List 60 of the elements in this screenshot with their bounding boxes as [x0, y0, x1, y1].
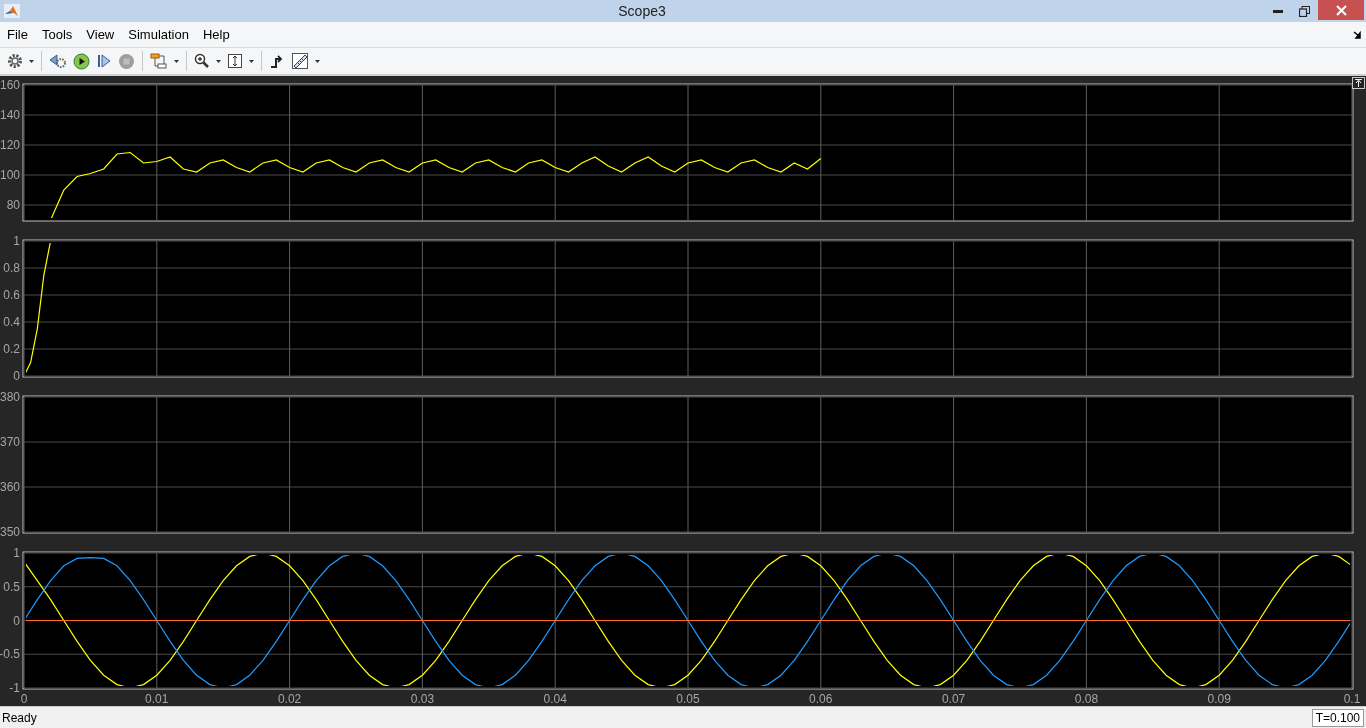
tick-label: 0.09: [1207, 692, 1231, 706]
caret-icon[interactable]: [216, 59, 221, 63]
tick-label: 120: [0, 138, 20, 152]
ruler-icon[interactable]: [291, 52, 309, 70]
tick-label: 0.01: [145, 692, 169, 706]
tick-label: 0: [20, 692, 28, 706]
tick-label: 0.2: [3, 342, 20, 356]
caret-icon[interactable]: [249, 59, 254, 63]
tick-label: 0.6: [3, 288, 20, 302]
minimize-icon[interactable]: [1272, 9, 1283, 13]
tick-label: 0.07: [941, 692, 966, 706]
undock-icon[interactable]: [1352, 77, 1365, 89]
tick-label: -1: [9, 681, 20, 695]
zoom-icon[interactable]: [194, 53, 210, 69]
tick-label: 100: [0, 168, 20, 182]
signal-blocks-icon[interactable]: [150, 53, 168, 69]
menu-item[interactable]: File: [0, 27, 35, 42]
tick-label: 1: [13, 546, 20, 560]
scale-axes-icon[interactable]: [227, 53, 243, 69]
tick-label: 0.5: [3, 579, 20, 594]
restore-icon[interactable]: [1299, 5, 1310, 17]
tick-label: 0.04: [543, 692, 567, 706]
step-back-icon[interactable]: [49, 53, 67, 69]
caret-icon[interactable]: [174, 59, 179, 63]
tick-label: 160: [0, 78, 20, 92]
tick-label: 0.02: [277, 692, 302, 706]
tick-label: 1: [13, 234, 20, 248]
caret-icon[interactable]: [315, 59, 320, 63]
dock-arrow-icon[interactable]: [1353, 30, 1362, 39]
step-forward-icon[interactable]: [96, 53, 112, 69]
tick-label: 0: [13, 613, 20, 628]
close-button[interactable]: [1318, 0, 1364, 20]
menu-item[interactable]: View: [79, 27, 122, 42]
menu-item[interactable]: Help: [195, 27, 237, 42]
tick-label: 80: [6, 198, 20, 212]
trigger-icon[interactable]: [269, 53, 285, 69]
time-readout: T=0.100: [1311, 708, 1364, 727]
tick-label: 370: [0, 435, 20, 449]
tick-label: -0.5: [0, 647, 20, 662]
tick-label: 0.05: [676, 692, 700, 706]
tick-label: 0.4: [3, 315, 20, 329]
app-icon: [4, 4, 20, 18]
tick-label: 0.8: [3, 261, 20, 275]
tick-label: 380: [0, 390, 20, 404]
tick-label: 360: [0, 480, 20, 494]
settings-icon[interactable]: [7, 53, 23, 69]
menu-item[interactable]: Simulation: [121, 27, 196, 42]
tick-label: 140: [0, 108, 20, 122]
status-text: Ready: [1, 710, 37, 725]
close-icon[interactable]: [1335, 4, 1347, 16]
tick-label: 0.06: [809, 692, 833, 706]
tick-label: 0.03: [410, 692, 435, 706]
run-icon[interactable]: [73, 52, 90, 70]
window-title: Scope3: [618, 3, 666, 19]
tick-label: 0.1: [1343, 692, 1361, 706]
caret-icon[interactable]: [29, 59, 34, 63]
menu-item[interactable]: Tools: [34, 27, 80, 42]
tick-label: 0.08: [1074, 692, 1099, 706]
tick-label: 0: [13, 369, 20, 383]
tick-label: 350: [0, 525, 20, 539]
